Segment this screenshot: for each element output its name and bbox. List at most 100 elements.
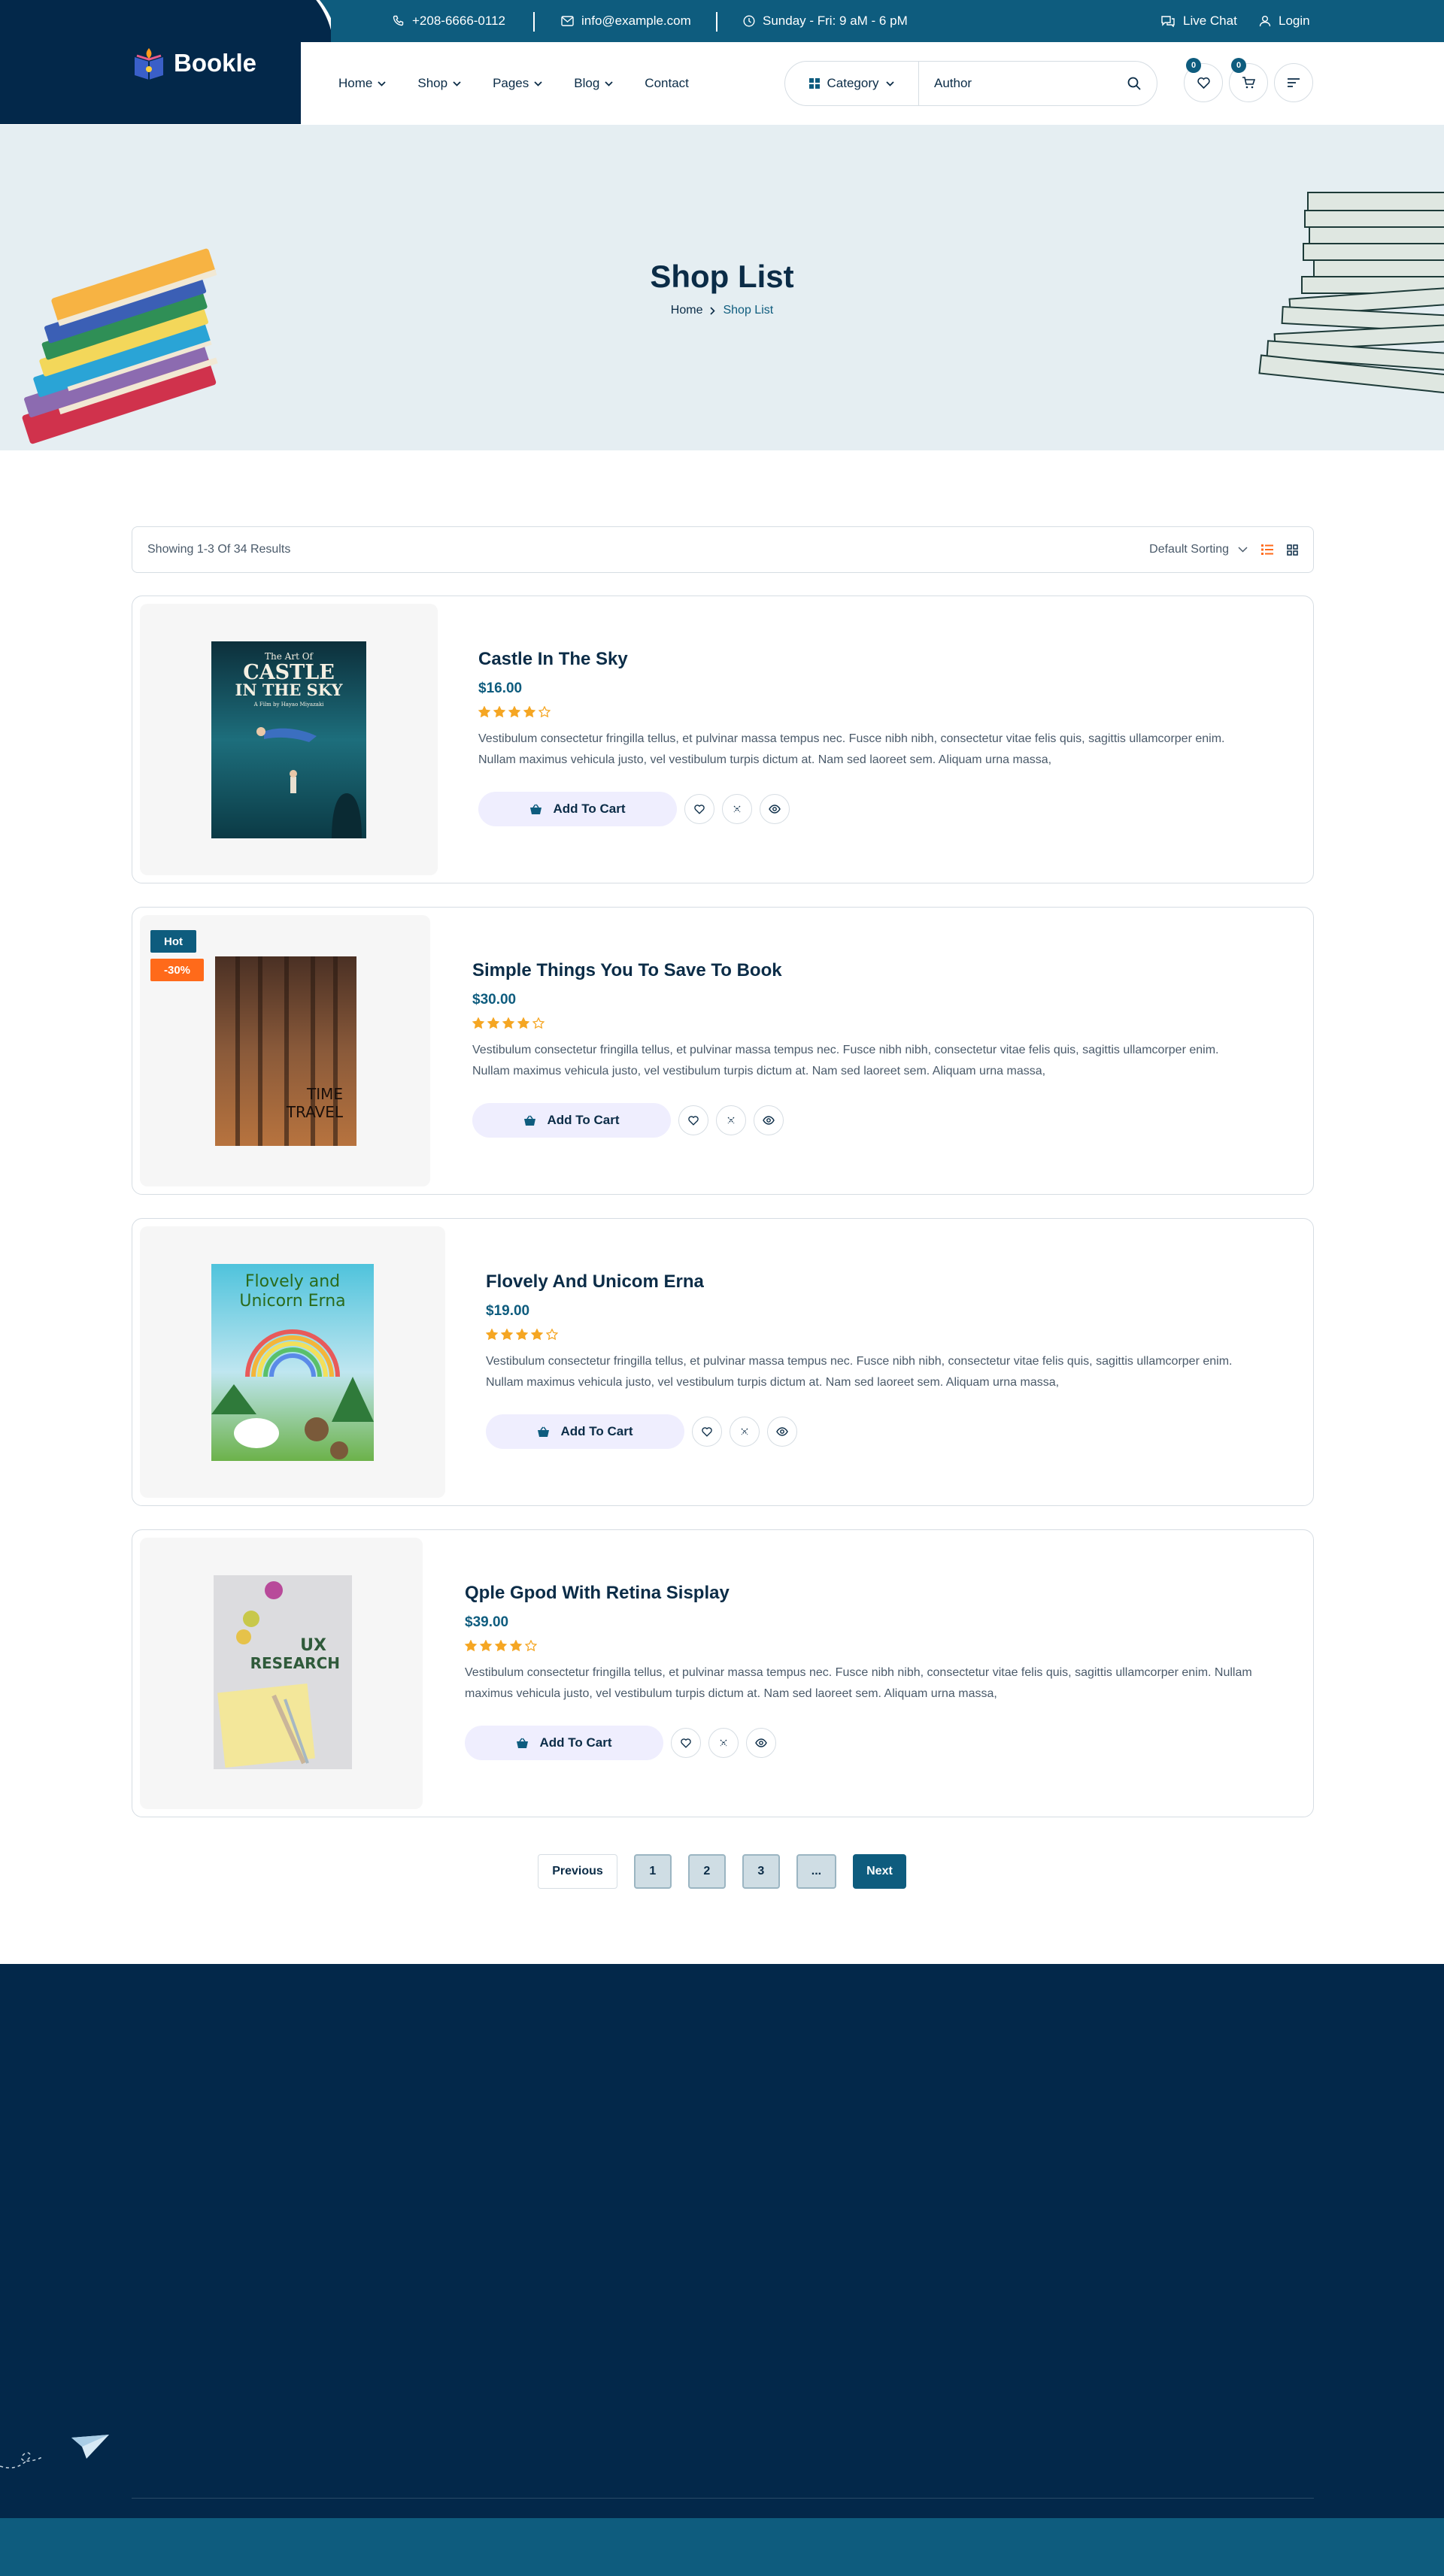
live-chat-link[interactable]: Live Chat xyxy=(1160,0,1237,42)
site-logo[interactable]: Bookle xyxy=(132,47,256,80)
email-contact[interactable]: info@example.com xyxy=(561,0,691,42)
phone-contact[interactable]: +208-6666-0112 xyxy=(393,0,505,42)
nav-blog[interactable]: Blog xyxy=(574,76,613,91)
quick-view-button[interactable] xyxy=(760,794,790,824)
sort-label: Default Sorting xyxy=(1149,543,1229,556)
add-to-cart-button[interactable]: Add To Cart xyxy=(478,792,677,826)
product-info: Qple Gpod With Retina Sisplay $39.00 Ves… xyxy=(465,1583,1277,1760)
product-description: Vestibulum consectetur fringilla tellus,… xyxy=(478,732,1225,766)
opening-hours: Sunday - Fri: 9 aM - 6 pM xyxy=(743,0,908,42)
product-actions: Add To Cart xyxy=(486,1414,1268,1449)
nav-home-label: Home xyxy=(338,76,373,90)
add-to-cart-button[interactable]: Add To Cart xyxy=(486,1414,684,1449)
wishlist-button[interactable] xyxy=(692,1417,722,1447)
product-image-box[interactable]: Flovely and Unicorn Erna xyxy=(140,1226,445,1498)
product-price: $16.00 xyxy=(478,680,523,696)
wishlist-button[interactable] xyxy=(678,1105,708,1135)
basket-icon xyxy=(523,1115,536,1126)
star-filled-icon xyxy=(487,1017,499,1029)
menu-button[interactable] xyxy=(1274,63,1313,102)
wishlist-count-badge: 0 xyxy=(1186,58,1201,73)
sort-select[interactable]: Default Sorting xyxy=(1149,543,1248,556)
page-banner: Shop List Home Shop List xyxy=(0,125,1444,450)
next-page-button[interactable]: Next xyxy=(853,1854,906,1889)
author-search-input[interactable]: Author xyxy=(919,76,1112,91)
add-to-cart-label: Add To Cart xyxy=(560,1424,633,1438)
cover-text: A Film by Hayao Miyazaki xyxy=(253,702,325,708)
product-price: $30.00 xyxy=(472,992,517,1008)
product-description: Vestibulum consectetur fringilla tellus,… xyxy=(486,1355,1233,1389)
compare-icon xyxy=(727,1116,736,1125)
star-empty-icon xyxy=(532,1017,545,1029)
login-link[interactable]: Login xyxy=(1259,0,1310,42)
footer-divider xyxy=(132,2498,1314,2499)
hours-text: Sunday - Fri: 9 aM - 6 pM xyxy=(763,14,908,28)
cover-text: IN THE SKY xyxy=(235,680,344,699)
search-bar: Category Author xyxy=(784,61,1157,106)
grid-view-icon[interactable] xyxy=(1287,544,1298,556)
compare-button[interactable] xyxy=(716,1105,746,1135)
compare-icon xyxy=(733,805,742,814)
cart-button[interactable]: 0 xyxy=(1229,58,1268,102)
breadcrumb-home[interactable]: Home xyxy=(671,304,703,317)
product-info: Flovely And Unicom Erna $19.00 Vestibulu… xyxy=(486,1271,1268,1449)
wishlist-button[interactable]: 0 xyxy=(1184,58,1223,102)
time-travel-cover: TIME TRAVEL xyxy=(215,956,356,1146)
compare-button[interactable] xyxy=(708,1728,739,1758)
nav-pages[interactable]: Pages xyxy=(493,76,542,91)
product-title[interactable]: Qple Gpod With Retina Sisplay xyxy=(465,1583,1277,1604)
product-image-box[interactable]: TIME TRAVEL xyxy=(140,915,430,1186)
page-3-button[interactable]: 3 xyxy=(742,1854,780,1889)
cover-text: TIME xyxy=(306,1085,343,1103)
wishlist-button[interactable] xyxy=(684,794,714,824)
compare-button[interactable] xyxy=(730,1417,760,1447)
ux-research-cover: UX RESEARCH xyxy=(214,1575,352,1769)
product-title[interactable]: Simple Things You To Save To Book xyxy=(472,960,1254,981)
page-2-button[interactable]: 2 xyxy=(687,1854,726,1889)
nav-home[interactable]: Home xyxy=(338,76,386,91)
star-filled-icon xyxy=(495,1640,507,1652)
page-ellipsis[interactable]: ... xyxy=(796,1854,837,1889)
star-empty-icon xyxy=(546,1329,558,1341)
product-card: The Art Of CASTLE IN THE SKY A Film by H… xyxy=(132,596,1314,883)
nav-shop-label: Shop xyxy=(417,76,448,90)
previous-page-button[interactable]: Previous xyxy=(538,1854,617,1889)
quick-view-button[interactable] xyxy=(754,1105,784,1135)
search-button[interactable] xyxy=(1112,77,1157,90)
results-count: Showing 1-3 Of 34 Results xyxy=(147,543,291,556)
quick-view-button[interactable] xyxy=(746,1728,776,1758)
main-nav: Home Shop Pages Blog Contact xyxy=(338,42,689,125)
list-view-icon[interactable] xyxy=(1261,544,1273,555)
nav-contact[interactable]: Contact xyxy=(645,76,689,91)
star-empty-icon xyxy=(538,706,551,718)
product-info: Castle In The Sky $16.00 Vestibulum cons… xyxy=(478,649,1260,826)
logo-curve xyxy=(301,0,331,42)
product-image-box[interactable]: UX RESEARCH xyxy=(140,1538,423,1809)
wishlist-button[interactable] xyxy=(671,1728,701,1758)
add-to-cart-label: Add To Cart xyxy=(547,1113,620,1127)
cover-text: RESEARCH xyxy=(250,1654,340,1672)
product-actions: Add To Cart xyxy=(465,1726,1277,1760)
nav-pages-label: Pages xyxy=(493,76,529,90)
nav-blog-label: Blog xyxy=(574,76,600,90)
product-title[interactable]: Flovely And Unicom Erna xyxy=(486,1271,1268,1293)
star-filled-icon xyxy=(501,1329,513,1341)
rating-stars xyxy=(486,1329,1268,1341)
compare-button[interactable] xyxy=(722,794,752,824)
nav-shop[interactable]: Shop xyxy=(417,76,461,91)
chevron-down-icon xyxy=(378,80,386,86)
page-1-button[interactable]: 1 xyxy=(633,1854,672,1889)
add-to-cart-button[interactable]: Add To Cart xyxy=(472,1103,671,1138)
phone-icon xyxy=(393,15,405,27)
add-to-cart-label: Add To Cart xyxy=(539,1735,612,1750)
quick-view-button[interactable] xyxy=(767,1417,797,1447)
product-info: Simple Things You To Save To Book $30.00… xyxy=(472,960,1254,1138)
product-title[interactable]: Castle In The Sky xyxy=(478,649,1260,670)
product-image-box[interactable]: The Art Of CASTLE IN THE SKY A Film by H… xyxy=(140,604,438,875)
star-filled-icon xyxy=(516,1329,528,1341)
product-description: Vestibulum consectetur fringilla tellus,… xyxy=(465,1666,1252,1700)
basket-icon xyxy=(537,1426,550,1438)
add-to-cart-button[interactable]: Add To Cart xyxy=(465,1726,663,1760)
star-filled-icon xyxy=(523,706,535,718)
category-select[interactable]: Category xyxy=(785,62,919,105)
